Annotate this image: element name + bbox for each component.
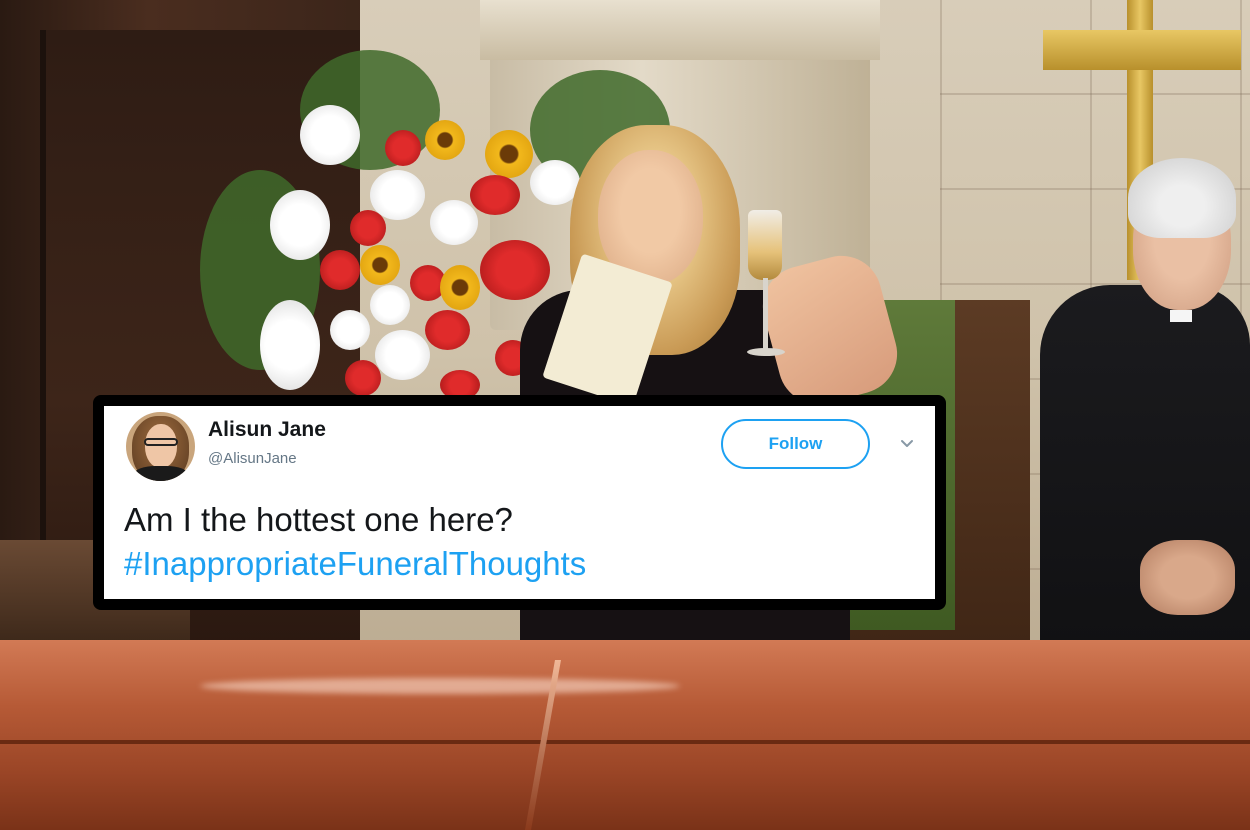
red-flower <box>480 240 550 300</box>
red-flower <box>425 310 470 350</box>
hashtag-link[interactable]: #InappropriateFuneralThoughts <box>124 542 586 586</box>
clerical-collar <box>1170 310 1192 322</box>
wooden-casket <box>0 640 1250 830</box>
avatar-glasses <box>144 438 178 446</box>
priest-folded-hands <box>1140 540 1235 615</box>
champagne-glass <box>748 210 782 280</box>
tweet-card: Alisun Jane @AlisunJane Follow Am I the … <box>93 395 946 610</box>
white-flower <box>330 310 370 350</box>
red-flower <box>385 130 421 166</box>
user-handle[interactable]: @AlisunJane <box>208 450 297 467</box>
white-flower <box>430 200 478 245</box>
white-flower <box>270 190 330 260</box>
yellow-flower <box>485 130 533 178</box>
display-name[interactable]: Alisun Jane <box>208 418 326 442</box>
priest-white-hair <box>1128 158 1236 238</box>
red-flower <box>470 175 520 215</box>
casket-highlight <box>200 678 680 694</box>
white-flower <box>370 285 410 325</box>
chevron-down-icon[interactable] <box>899 436 915 452</box>
follow-button[interactable]: Follow <box>721 419 870 469</box>
white-flower <box>375 330 430 380</box>
glass-foot <box>747 348 785 356</box>
cross-horizontal <box>1043 30 1241 70</box>
avatar-shirt <box>134 466 188 481</box>
yellow-flower <box>425 120 465 160</box>
white-flower <box>260 300 320 390</box>
casket-seam <box>0 740 1250 744</box>
avatar-face <box>145 424 177 468</box>
white-flower <box>300 105 360 165</box>
tweet-body: Am I the hottest one here? <box>124 501 513 538</box>
red-flower <box>320 250 360 290</box>
yellow-flower <box>440 265 480 310</box>
yellow-flower <box>360 245 400 285</box>
red-flower <box>350 210 386 246</box>
user-avatar[interactable] <box>126 412 195 481</box>
red-flower <box>345 360 381 396</box>
glass-stem <box>763 278 768 353</box>
tweet-text: Am I the hottest one here? #Inappropriat… <box>124 498 586 586</box>
